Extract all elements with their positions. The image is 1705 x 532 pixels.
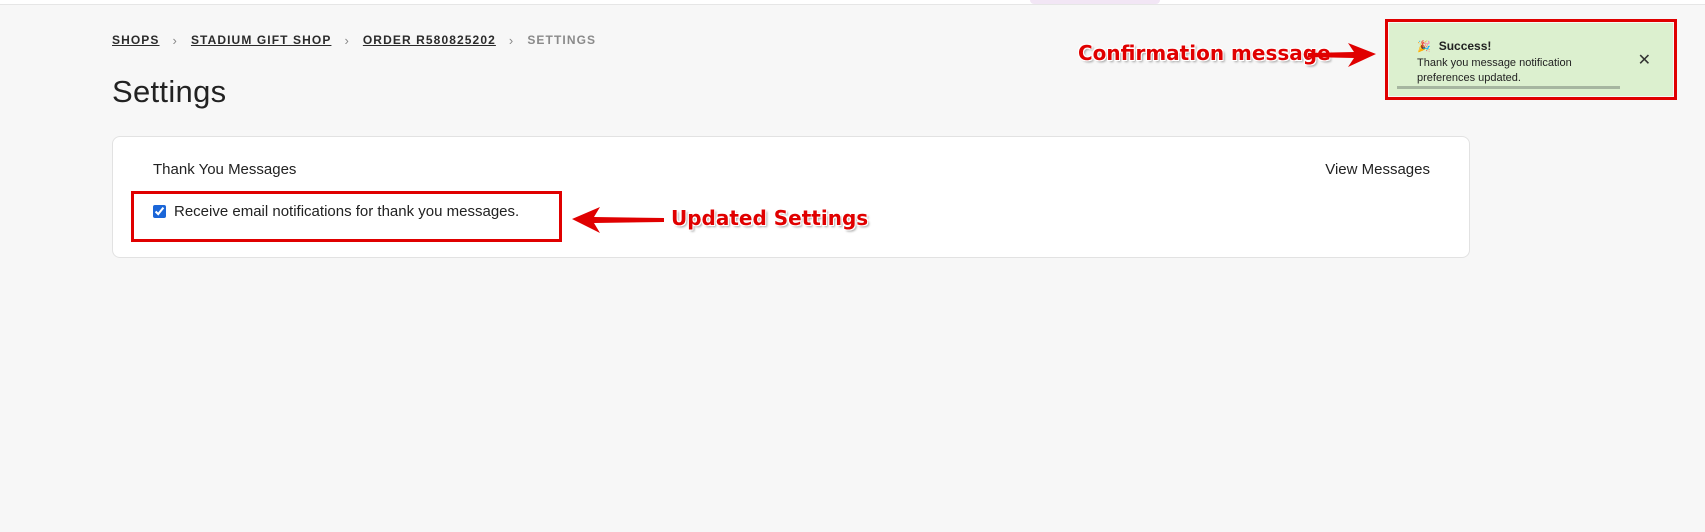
breadcrumb: SHOPS › STADIUM GIFT SHOP › ORDER R58082… <box>112 32 596 48</box>
confirmation-arrow-icon <box>1308 43 1376 67</box>
breadcrumb-separator-icon: › <box>344 32 350 48</box>
card-title: Thank You Messages <box>153 161 297 178</box>
updated-settings-arrow-icon <box>572 207 664 233</box>
confirmation-message-highlight <box>1385 19 1677 100</box>
breadcrumb-shops[interactable]: SHOPS <box>112 33 160 47</box>
breadcrumb-separator-icon: › <box>172 32 178 48</box>
breadcrumb-separator-icon: › <box>508 32 515 48</box>
updated-settings-highlight <box>131 191 562 242</box>
breadcrumb-current: SETTINGS <box>527 33 597 47</box>
top-bar <box>0 0 1705 5</box>
confirmation-message-annotation: Confirmation message <box>1078 41 1331 65</box>
updated-settings-annotation: Updated Settings <box>671 206 869 230</box>
top-bar-accent <box>1030 0 1160 4</box>
view-messages-link[interactable]: View Messages <box>1325 161 1430 178</box>
page-title: Settings <box>112 74 227 109</box>
breadcrumb-shop[interactable]: STADIUM GIFT SHOP <box>191 33 331 47</box>
breadcrumb-order[interactable]: ORDER R580825202 <box>363 33 496 47</box>
